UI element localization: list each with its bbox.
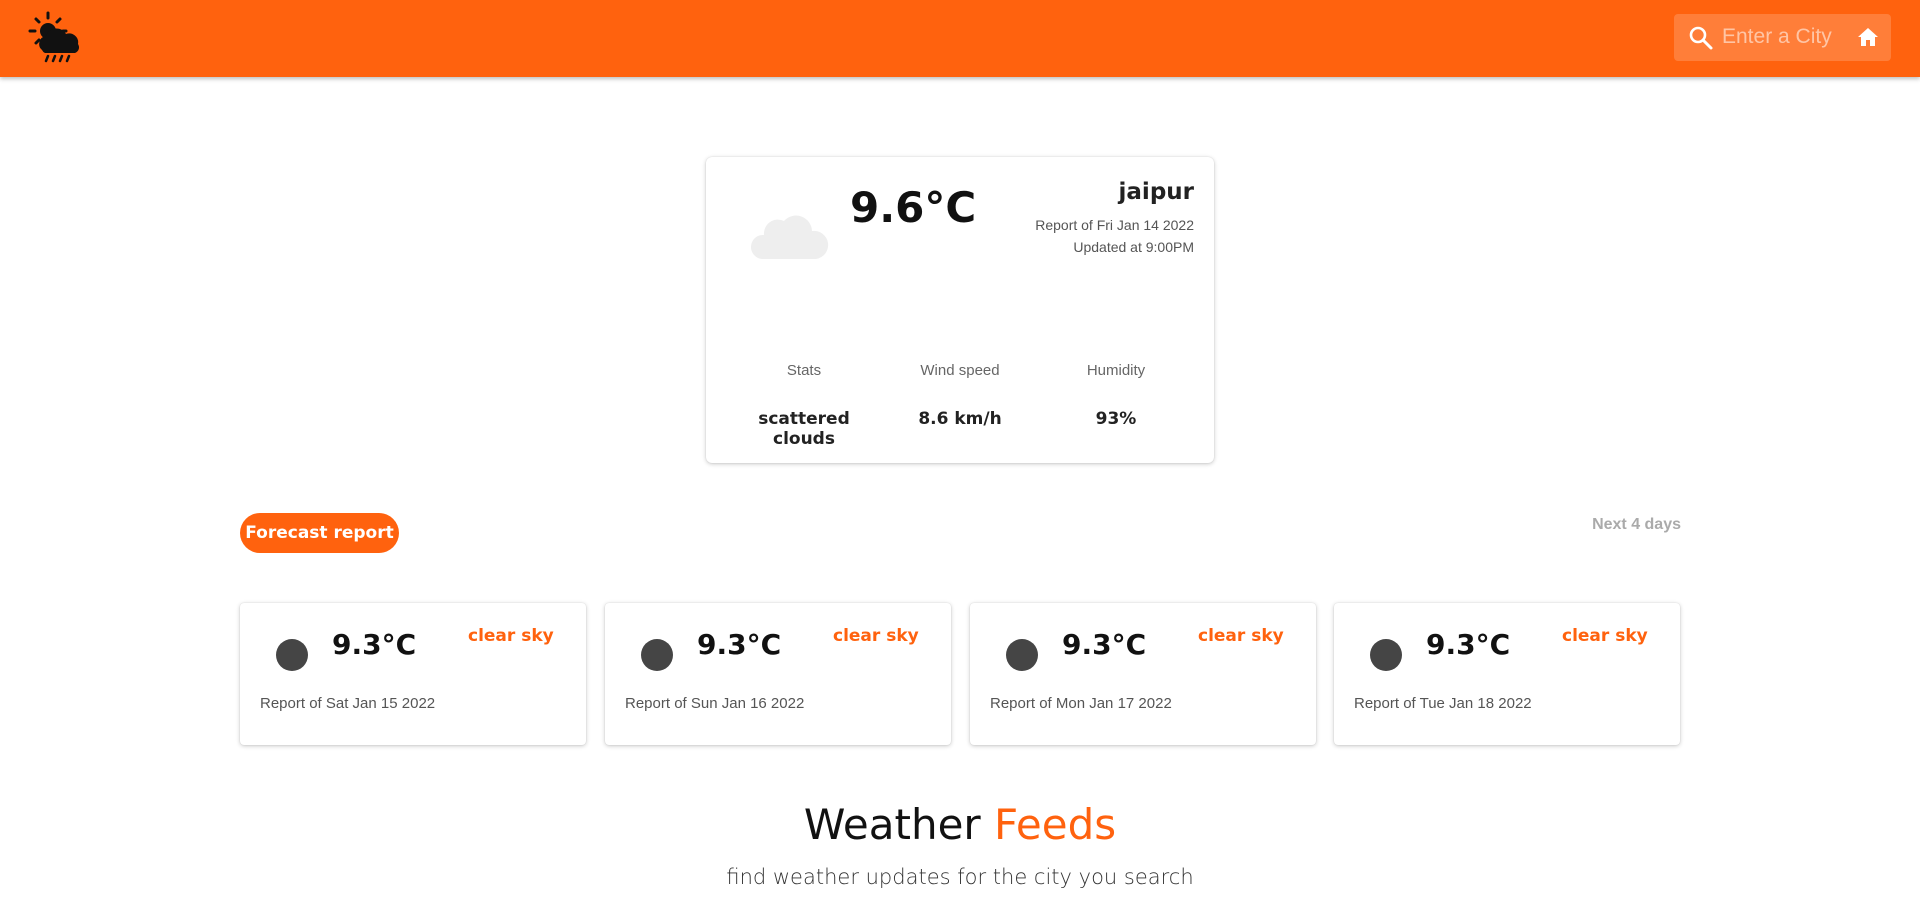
forecast-report-button[interactable]: Forecast report (240, 513, 399, 553)
weather-feeds-subtitle: find weather updates for the city you se… (726, 865, 1194, 889)
forecast-temperature: 9.3°C (1062, 628, 1147, 661)
stat-value: 93% (1095, 409, 1137, 429)
forecast-description: clear sky (833, 626, 919, 646)
stat-label: Stats (786, 362, 822, 379)
forecast-card: 9.3°C clear sky Report of Tue Jan 18 202… (1334, 603, 1680, 745)
weather-icon (1370, 639, 1402, 671)
forecast-description: clear sky (1198, 626, 1284, 646)
title-accent-text: Feeds (994, 800, 1117, 849)
forecast-description: clear sky (468, 626, 554, 646)
sun-cloud-rain-icon[interactable] (28, 10, 82, 64)
forecast-card: 9.3°C clear sky Report of Mon Jan 17 202… (970, 603, 1316, 745)
report-date: Report of Fri Jan 14 2022 (1035, 217, 1194, 233)
forecast-card: 9.3°C clear sky Report of Sat Jan 15 202… (240, 603, 586, 745)
updated-time: Updated at 9:00PM (1073, 239, 1194, 255)
forecast-report-date: Report of Tue Jan 18 2022 (1354, 695, 1532, 712)
stat-value: 8.6 km/h (918, 409, 1002, 429)
city-search-box[interactable] (1674, 14, 1891, 61)
current-temperature: 9.6°C (850, 183, 977, 232)
stat-value: scattered clouds (758, 409, 850, 449)
title-text: Weather (803, 800, 981, 849)
stat-conditions: Stats scattered clouds (726, 362, 882, 449)
top-navbar (0, 0, 1920, 77)
search-icon (1688, 25, 1714, 51)
forecast-report-date: Report of Sun Jan 16 2022 (625, 695, 805, 712)
next-days-label: Next 4 days (1592, 516, 1681, 533)
forecast-temperature: 9.3°C (1426, 628, 1511, 661)
weather-icon (1006, 639, 1038, 671)
forecast-description: clear sky (1562, 626, 1648, 646)
weather-feeds-title: Weather Feeds (0, 800, 1920, 849)
stat-wind-speed: Wind speed 8.6 km/h (882, 362, 1038, 429)
home-icon[interactable] (1856, 25, 1880, 49)
stat-label: Wind speed (920, 362, 1000, 379)
stat-label: Humidity (1086, 362, 1146, 379)
weather-icon (276, 639, 308, 671)
forecast-card: 9.3°C clear sky Report of Sun Jan 16 202… (605, 603, 951, 745)
stat-humidity: Humidity 93% (1038, 362, 1194, 429)
forecast-report-date: Report of Mon Jan 17 2022 (990, 695, 1172, 712)
forecast-temperature: 9.3°C (697, 628, 782, 661)
current-weather-card: 9.6°C jaipur Report of Fri Jan 14 2022 U… (706, 157, 1214, 463)
cloud-icon (750, 209, 830, 263)
forecast-temperature: 9.3°C (332, 628, 417, 661)
city-search-input[interactable] (1722, 22, 1852, 52)
city-name: jaipur (1118, 179, 1194, 205)
forecast-report-date: Report of Sat Jan 15 2022 (260, 695, 436, 712)
weather-icon (641, 639, 673, 671)
